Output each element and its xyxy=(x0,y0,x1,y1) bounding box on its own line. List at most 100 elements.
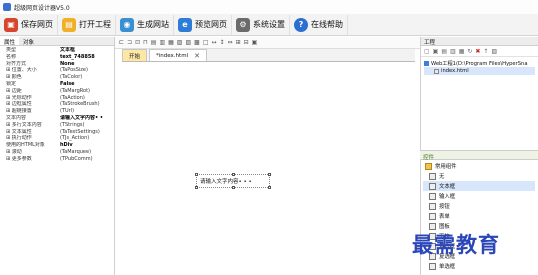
property-row[interactable]: ⊞ 边距 (TaMargRot) xyxy=(2,88,112,95)
component-item[interactable]: 单选框 xyxy=(423,261,535,271)
add-folder-icon[interactable]: ▥ xyxy=(450,48,456,55)
generate-site-button[interactable]: ◉ 生成网站 xyxy=(118,14,174,35)
tab-start[interactable]: 开始 xyxy=(122,49,148,61)
property-value[interactable]: (TaPosSize) xyxy=(60,67,88,74)
copy-icon[interactable]: ▥ xyxy=(159,39,165,46)
property-name: ⊞ 边距 xyxy=(6,87,22,94)
property-row[interactable]: ⊞ 光标动作 (TaAction) xyxy=(2,95,112,102)
resize-handle-tr[interactable] xyxy=(268,173,271,176)
generate-site-label: 生成网站 xyxy=(137,20,169,29)
component-item[interactable]: 表单 xyxy=(423,211,535,221)
property-row[interactable]: ⊞ 更多参数 (TPubComm) xyxy=(2,156,112,163)
copy-file-icon[interactable]: ▦ xyxy=(459,48,465,55)
online-help-button[interactable]: ? 在线帮助 xyxy=(292,14,348,35)
tree-item-project[interactable]: Web工程1(D:\Program Files\HyperSna xyxy=(424,59,535,67)
property-row[interactable]: 类型 文本框 xyxy=(2,47,112,54)
property-value[interactable]: (TaStrokeBrush) xyxy=(60,101,100,108)
resize-handle-br[interactable] xyxy=(268,186,271,189)
text-box-element[interactable]: 请输入文字内容• • • xyxy=(195,173,271,189)
resize-handle-tl[interactable] xyxy=(195,173,198,176)
paste-icon[interactable]: ▦ xyxy=(168,39,174,46)
system-settings-label: 系统设置 xyxy=(253,20,285,29)
component-item[interactable]: 文本框 xyxy=(423,181,535,191)
new-file-icon[interactable]: ▢ xyxy=(424,48,430,55)
component-label: 无 xyxy=(439,174,445,180)
ungroup-icon[interactable]: □ xyxy=(203,39,209,46)
property-value[interactable]: (TUrl) xyxy=(60,108,74,115)
property-value[interactable]: 请输入文字内容• • xyxy=(60,115,103,122)
system-settings-button[interactable]: ⚙ 系统设置 xyxy=(234,14,290,35)
property-row[interactable]: 文本内容 请输入文字内容• • xyxy=(2,115,112,122)
save-page-button[interactable]: ▣ 保存网页 xyxy=(2,14,58,35)
save-file-icon[interactable]: ▤ xyxy=(441,48,447,55)
property-row[interactable]: 锁定 False xyxy=(2,81,112,88)
delete-icon[interactable]: ▤ xyxy=(151,39,157,46)
resize-handle-bl[interactable] xyxy=(195,186,198,189)
align-left-icon[interactable]: ⊏ xyxy=(119,39,124,46)
component-item[interactable]: 输入框 xyxy=(423,191,535,201)
component-icon xyxy=(429,212,436,220)
layer-icon[interactable]: ▣ xyxy=(252,39,258,46)
height-icon[interactable]: ↕ xyxy=(220,39,225,46)
property-value[interactable]: (TJs_Action) xyxy=(60,135,89,142)
resize-handle-tm[interactable] xyxy=(232,173,235,176)
preview-page-button[interactable]: e 预览网页 xyxy=(176,14,232,35)
property-value[interactable]: text_748858 xyxy=(60,54,95,61)
text-box-content: 请输入文字内容• • • xyxy=(200,179,252,185)
properties-icon[interactable]: ▧ xyxy=(491,48,497,55)
gear-icon: ⚙ xyxy=(236,17,250,32)
component-label: 表单 xyxy=(439,214,450,220)
property-value[interactable]: 文本框 xyxy=(60,47,75,54)
property-value[interactable]: hDiv xyxy=(60,142,73,149)
close-icon[interactable]: ✕ xyxy=(194,52,200,60)
property-row[interactable]: ⊞ 颜色 (TaColor) xyxy=(2,74,112,81)
tab-index-html[interactable]: *index.html ✕ xyxy=(149,49,207,61)
property-row[interactable]: 使用的HTML对象 hDiv xyxy=(2,142,112,149)
property-row[interactable]: ⊞ 边框属性 (TaStrokeBrush) xyxy=(2,101,112,108)
component-item[interactable]: 无 xyxy=(423,171,535,181)
property-value[interactable]: (TaColor) xyxy=(60,74,82,81)
tab-properties[interactable]: 属性 xyxy=(0,37,20,46)
property-row[interactable]: ⊞ 多行文本内容 (TStrings) xyxy=(2,122,112,129)
component-group[interactable]: 常用组件 xyxy=(423,161,535,171)
property-row[interactable]: 名称 text_748858 xyxy=(2,54,112,61)
property-row[interactable]: ⊞ 执行动作 (TJs_Action) xyxy=(2,135,112,142)
design-canvas[interactable]: 请输入文字内容• • • xyxy=(122,62,415,275)
tab-objects[interactable]: 对象 xyxy=(19,37,38,46)
property-name: ⊞ 更多参数 xyxy=(6,155,32,162)
property-value[interactable]: (TaMarquee) xyxy=(60,149,91,156)
property-value[interactable]: None xyxy=(60,61,75,68)
open-file-icon[interactable]: ▣ xyxy=(433,48,439,55)
property-row[interactable]: ⊞ 文本属性 (TaTextSettings) xyxy=(2,129,112,136)
browser-icon: e xyxy=(178,17,192,32)
property-value[interactable]: False xyxy=(60,81,75,88)
folder-icon: ▤ xyxy=(62,17,76,32)
grid-icon[interactable]: ⊞ xyxy=(236,39,241,46)
property-value[interactable]: (TStrings) xyxy=(60,122,84,129)
property-value[interactable]: (TaMargRot) xyxy=(60,88,90,95)
bring-front-icon[interactable]: ▧ xyxy=(177,39,183,46)
property-value[interactable]: (TaTextSettings) xyxy=(60,129,100,136)
align-top-icon[interactable]: ⊓ xyxy=(143,39,148,46)
property-value[interactable]: (TaAction) xyxy=(60,95,85,102)
property-row[interactable]: ⊞ 超链接置 (TUrl) xyxy=(2,108,112,115)
up-icon[interactable]: ↑ xyxy=(483,48,488,55)
snap-icon[interactable]: ⊟ xyxy=(244,39,249,46)
tree-item-index[interactable]: index.html xyxy=(424,67,535,75)
property-row[interactable]: 对齐方式 None xyxy=(2,61,112,68)
align-right-icon[interactable]: ⊡ xyxy=(135,39,140,46)
resize-handle-bm[interactable] xyxy=(232,186,235,189)
refresh-icon[interactable]: ↻ xyxy=(467,48,472,55)
align-center-icon[interactable]: ⊐ xyxy=(127,39,132,46)
send-back-icon[interactable]: ▨ xyxy=(185,39,191,46)
group-icon[interactable]: ▩ xyxy=(194,39,200,46)
delete-file-icon[interactable]: ✖ xyxy=(475,48,480,55)
property-value[interactable]: (TPubComm) xyxy=(60,156,93,163)
width-icon[interactable]: ↔ xyxy=(211,39,216,46)
distribute-icon[interactable]: ⇔ xyxy=(228,39,233,46)
property-row[interactable]: ⊞ 位置、大小 (TaPosSize) xyxy=(2,67,112,74)
editor-toolbar: ⊏ ⊐ ⊡ ⊓ ▤ ▥ ▦ ▧ ▨ ▩ □ ↔ ↕ ⇔ ⊞ ⊟ ▣ xyxy=(115,37,420,49)
property-row[interactable]: ⊞ 滚动 (TaMarquee) xyxy=(2,149,112,156)
open-project-button[interactable]: ▤ 打开工程 xyxy=(60,14,116,35)
component-item[interactable]: 按钮 xyxy=(423,201,535,211)
